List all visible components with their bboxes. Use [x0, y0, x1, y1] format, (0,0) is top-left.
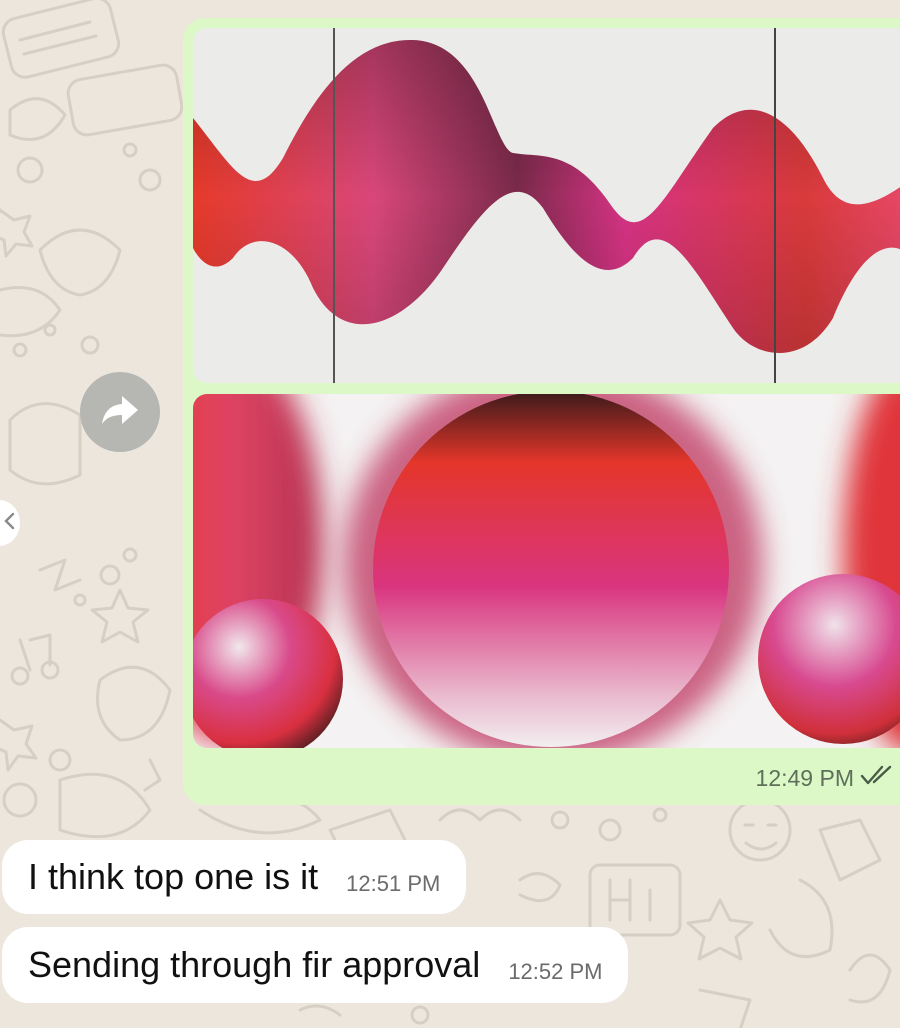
incoming-message-bubble[interactable]: Sending through fir approval 12:52 PM — [2, 927, 629, 1003]
message-text: Sending through fir approval — [28, 944, 481, 985]
double-check-icon — [860, 764, 894, 792]
message-time: 12:51 PM — [346, 871, 441, 896]
forward-button[interactable] — [80, 372, 160, 452]
chevron-left-icon — [2, 511, 16, 536]
spheres-artwork-image[interactable] — [193, 394, 900, 748]
outgoing-message-meta: 12:49 PM — [756, 764, 894, 792]
incoming-message-bubble[interactable]: I think top one is it 12:51 PM — [2, 840, 467, 914]
outgoing-message-time: 12:49 PM — [755, 764, 854, 791]
forward-arrow-icon — [100, 392, 140, 433]
wave-artwork-image[interactable] — [193, 28, 900, 383]
message-text: I think top one is it — [28, 856, 319, 897]
message-time: 12:52 PM — [508, 959, 603, 984]
